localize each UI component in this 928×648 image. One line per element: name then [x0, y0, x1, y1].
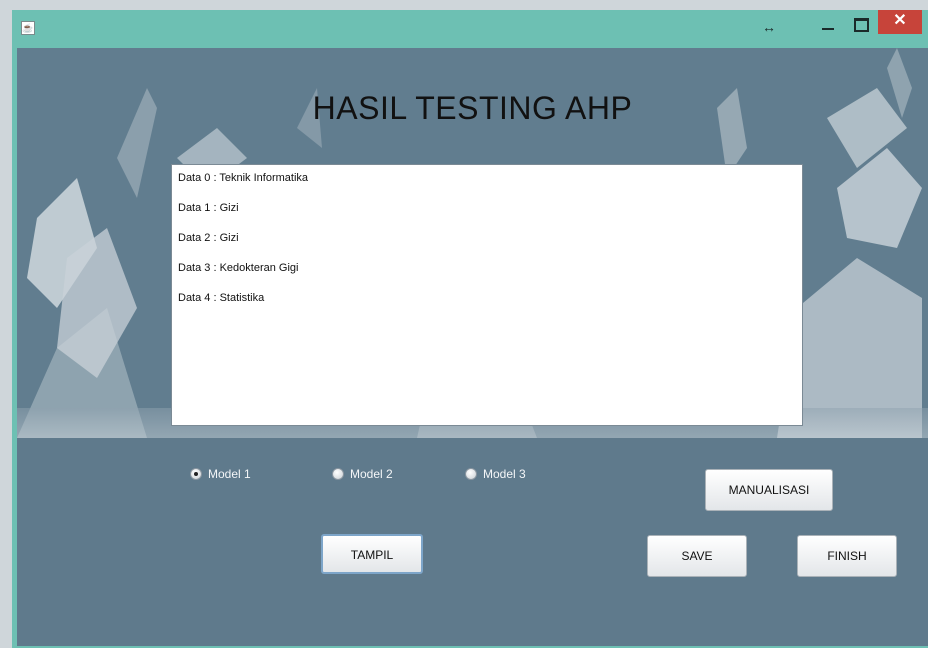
list-item[interactable]: Data 0 : Teknik Informatika: [178, 170, 796, 200]
resize-icon[interactable]: ↔: [762, 19, 776, 35]
main-panel: HASIL TESTING AHP Data 0 : Teknik Inform…: [17, 48, 928, 646]
list-item[interactable]: Data 1 : Gizi: [178, 200, 796, 230]
maximize-button[interactable]: [846, 10, 876, 40]
radio-label: Model 2: [350, 467, 393, 481]
model-2-radio[interactable]: Model 2: [332, 467, 393, 481]
model-1-radio[interactable]: Model 1: [190, 467, 251, 481]
app-window: ☕ ↔ ✕ HASIL TESTING AHP Data 0: Teknik …: [12, 10, 928, 648]
finish-button[interactable]: FINISH: [797, 535, 897, 577]
radio-unselected-icon[interactable]: [332, 468, 344, 480]
radio-label: Model 3: [483, 467, 526, 481]
list-item[interactable]: Data 4 : Statistika: [178, 290, 796, 320]
results-list[interactable]: Data 0 : Teknik Informatika Data 1 : Giz…: [171, 164, 803, 426]
radio-unselected-icon[interactable]: [465, 468, 477, 480]
model-3-radio[interactable]: Model 3: [465, 467, 526, 481]
list-item[interactable]: Data 2 : Gizi: [178, 230, 796, 260]
title-bar[interactable]: ☕ ↔ ✕: [12, 10, 928, 48]
list-item[interactable]: Data 3 : Kedokteran Gigi: [178, 260, 796, 290]
radio-label: Model 1: [208, 467, 251, 481]
save-button[interactable]: SAVE: [647, 535, 747, 577]
radio-selected-icon[interactable]: [190, 468, 202, 480]
close-button[interactable]: ✕: [878, 10, 922, 34]
manualisasi-button[interactable]: MANUALISASI: [705, 469, 833, 511]
tampil-button[interactable]: TAMPIL: [321, 534, 423, 574]
java-app-icon[interactable]: ☕: [21, 21, 35, 35]
page-title: HASIL TESTING AHP: [312, 90, 633, 126]
minimize-button[interactable]: [812, 10, 846, 40]
